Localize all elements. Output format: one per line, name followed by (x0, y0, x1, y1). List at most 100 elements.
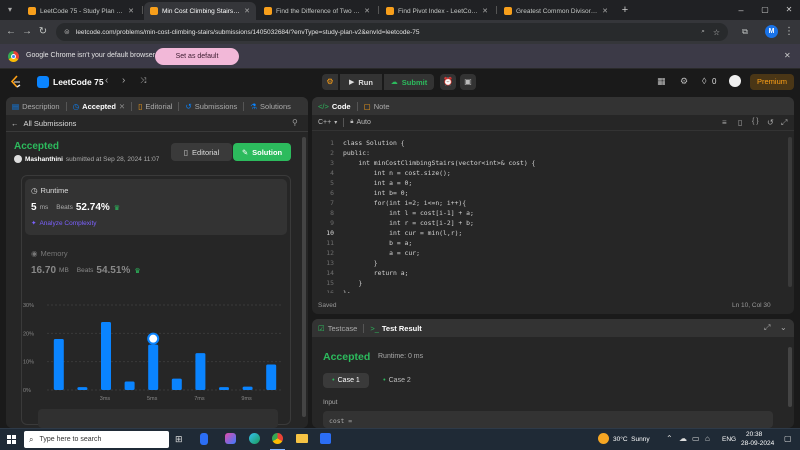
chart-bar[interactable] (195, 353, 206, 390)
notifications-icon[interactable]: ▢ (784, 434, 792, 443)
chart-bar[interactable] (242, 386, 253, 390)
file-explorer-icon[interactable] (296, 434, 308, 443)
tab-note[interactable]: Note (374, 102, 390, 111)
copy-link-icon[interactable]: ⚲ (292, 118, 298, 127)
editorial-button[interactable]: ▯ Editorial (171, 143, 232, 161)
user-avatar[interactable] (729, 75, 741, 87)
debug-button[interactable]: ⚙ (322, 74, 338, 90)
bluetooth-icon[interactable] (200, 433, 208, 445)
display-icon[interactable]: ▭ (692, 434, 700, 443)
browser-tab-4[interactable]: Find Pivot Index - LeetCode ✕ (380, 2, 494, 20)
chart-bar[interactable] (101, 322, 111, 390)
submit-button[interactable]: ☁ Submit (384, 74, 434, 90)
mode-label[interactable]: Auto (356, 119, 370, 126)
chart-bar[interactable] (266, 364, 277, 391)
whiteboard-icon[interactable]: ▣ (460, 74, 476, 90)
zoom-icon[interactable]: ⌕ (701, 28, 705, 36)
collapse-panel-icon[interactable]: ⌄ (780, 323, 787, 332)
run-button[interactable]: ▶ Run (340, 74, 382, 90)
browser-tab-5[interactable]: Greatest Common Divisor of St ✕ (498, 2, 614, 20)
close-window-button[interactable]: ✕ (782, 3, 796, 17)
leetcode-logo-icon[interactable] (10, 75, 22, 89)
study-plan-title[interactable]: LeetCode 75 (53, 77, 104, 87)
streak-fire-icon[interactable]: ◊ (702, 76, 706, 86)
chrome-menu-icon[interactable]: ⋮ (782, 25, 796, 39)
chrome-taskbar-icon[interactable] (272, 433, 283, 444)
case-1-tab[interactable]: • Case 1 (323, 373, 369, 388)
your-submission-marker[interactable] (147, 332, 160, 345)
clock-time[interactable]: 20:38 (746, 431, 762, 438)
edge-browser-icon[interactable] (249, 433, 260, 444)
browser-tab-3[interactable]: Find the Difference of Two Arra ✕ (258, 2, 376, 20)
result-scrollbar[interactable] (788, 347, 792, 407)
extensions-icon[interactable]: ⧉ (738, 25, 752, 39)
settings-gear-icon[interactable]: ⚙ (680, 76, 688, 87)
prev-problem-icon[interactable]: ‹ (105, 75, 108, 86)
cloud-icon[interactable]: ☁ (679, 434, 687, 443)
address-bar[interactable]: ⊜ leetcode.com/problems/min-cost-climbin… (56, 23, 728, 41)
layout-grid-icon[interactable]: ▦ (657, 76, 666, 87)
back-arrow-icon[interactable]: ← (4, 25, 18, 39)
format-icon[interactable]: ≡ (722, 118, 727, 127)
tab-solutions[interactable]: Solutions (260, 102, 291, 111)
weather-text[interactable]: 30°C Sunny (613, 436, 650, 443)
network-icon[interactable]: ⌂ (705, 434, 710, 443)
clock-date[interactable]: 28-09-2024 (741, 440, 774, 447)
case-2-tab[interactable]: • Case 2 (374, 373, 420, 388)
tab-testcase[interactable]: Testcase (328, 324, 358, 333)
memory-stats[interactable]: 16.70 MB Beats 54.51% ♛ (31, 265, 141, 276)
reload-icon[interactable]: ↻ (36, 25, 50, 39)
tab-search-icon[interactable]: ▾ (4, 4, 16, 16)
minimize-window-button[interactable]: – (734, 3, 748, 17)
language-indicator[interactable]: ENG (722, 436, 736, 443)
left-scrollbar[interactable] (302, 137, 306, 417)
language-select[interactable]: C++ ▾ (318, 119, 337, 126)
editor-scrollbar[interactable] (788, 137, 792, 287)
copilot-icon[interactable] (225, 433, 236, 444)
tab-test-result[interactable]: Test Result (382, 324, 422, 333)
set-default-button[interactable]: Set as default (155, 48, 239, 65)
tab-editorial[interactable]: Editorial (145, 102, 172, 111)
tab-code[interactable]: Code (332, 102, 351, 111)
browser-tab-2[interactable]: Min Cost Climbing Stairs - Leetc ✕ (144, 2, 256, 20)
maximize-window-button[interactable]: ▢ (758, 3, 772, 17)
tab-description[interactable]: Description (22, 102, 60, 111)
forward-arrow-icon[interactable]: → (20, 25, 34, 39)
chart-bar[interactable] (53, 339, 64, 390)
chart-bar[interactable] (219, 387, 229, 390)
browser-tab-1[interactable]: LeetCode 75 - Study Plan - Leet ✕ (22, 2, 140, 20)
analyze-complexity-link[interactable]: ✦ Analyze Complexity (31, 219, 97, 228)
profile-avatar[interactable]: M (765, 25, 778, 38)
store-icon[interactable] (320, 433, 331, 444)
task-view-icon[interactable]: ⊞ (175, 434, 183, 445)
tab-accepted[interactable]: Accepted (82, 102, 116, 111)
site-info-icon[interactable]: ⊜ (64, 28, 70, 36)
tray-chevron-icon[interactable]: ⌃ (666, 434, 673, 443)
chart-bar[interactable] (77, 387, 88, 390)
expand-panel-icon[interactable]: ⤢ (764, 323, 770, 333)
shuffle-icon[interactable]: ⤨ (140, 76, 146, 86)
braces-icon[interactable]: { } (752, 118, 759, 125)
close-tab-icon[interactable]: ✕ (602, 7, 608, 15)
close-accepted-tab-icon[interactable]: ✕ (119, 102, 125, 111)
next-problem-icon[interactable]: › (122, 75, 125, 86)
new-tab-button[interactable]: + (618, 3, 632, 17)
weather-icon[interactable] (598, 433, 609, 444)
close-tab-icon[interactable]: ✕ (128, 7, 134, 15)
windows-start-icon[interactable] (7, 435, 17, 445)
chart-bar[interactable] (171, 378, 182, 390)
premium-button[interactable]: Premium (750, 74, 794, 90)
close-tab-icon[interactable]: ✕ (244, 7, 250, 15)
chart-bar[interactable] (124, 381, 135, 391)
runtime-distribution-chart[interactable]: 30% 20% 10% 0% 3ms 5ms 7ms 9ms (21, 297, 291, 407)
all-submissions-link[interactable]: ← All Submissions (11, 119, 76, 128)
close-infobar-icon[interactable]: ✕ (784, 51, 791, 60)
chart-bar[interactable] (148, 344, 159, 390)
taskbar-search-box[interactable]: ⌕ Type here to search (24, 431, 169, 448)
solution-button[interactable]: ✎ Solution (233, 143, 291, 161)
username[interactable]: Mashanthini (25, 156, 63, 163)
close-tab-icon[interactable]: ✕ (364, 7, 370, 15)
bookmark-icon[interactable]: ▯ (738, 118, 742, 127)
notes-icon[interactable]: ⏰ (440, 74, 456, 90)
bookmark-star-icon[interactable]: ☆ (713, 28, 720, 37)
